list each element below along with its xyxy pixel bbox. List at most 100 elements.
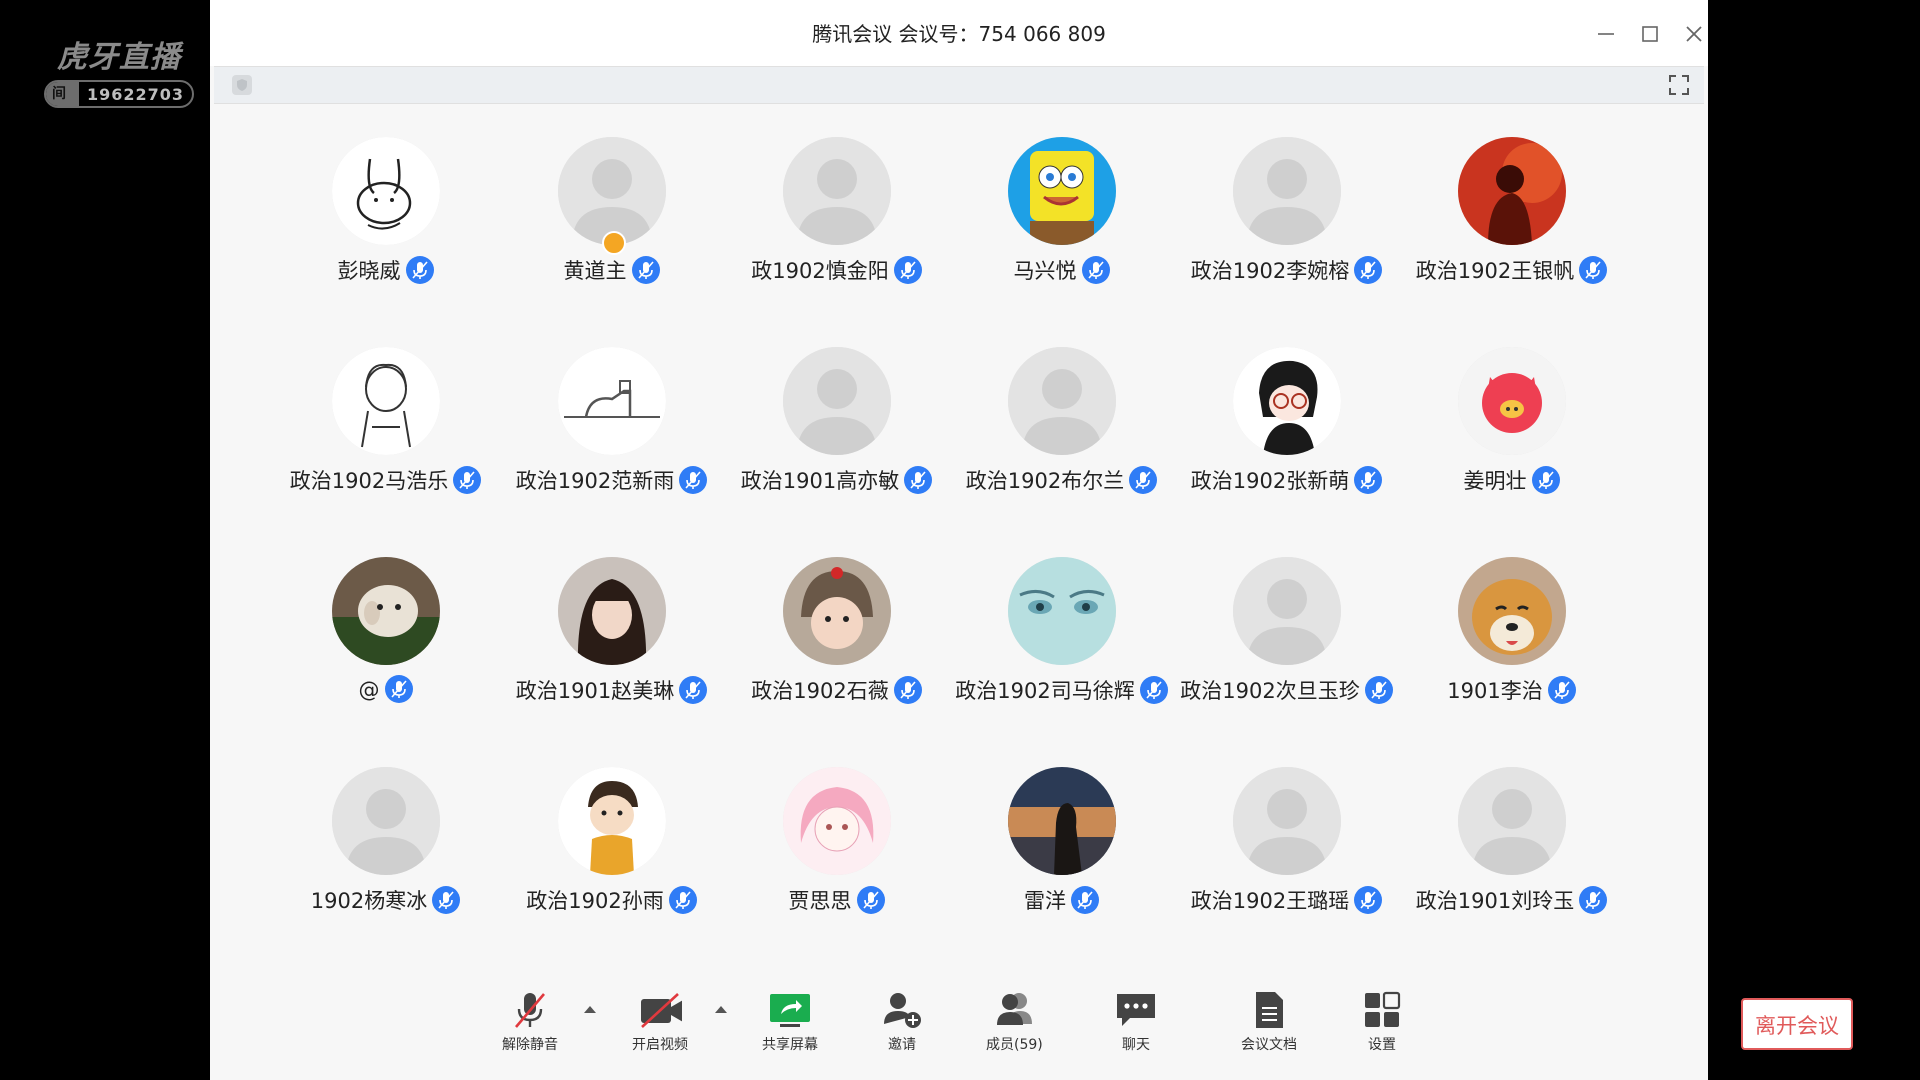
participant-tile[interactable]: 政治1902范新雨 [499,313,724,503]
unmute-button[interactable]: 解除静音 [502,988,558,1054]
participant-name: 政治1902王银帆 [1415,259,1575,283]
leave-meeting-button[interactable]: 离开会议 [1741,998,1853,1050]
unmute-label: 解除静音 [502,1037,558,1053]
participant-tile[interactable]: 政治1902司马徐辉 [949,523,1174,713]
maximize-icon [1642,26,1658,42]
invite-label: 邀请 [888,1037,916,1053]
participant-tile[interactable]: 姜明壮 [1399,313,1624,503]
top-info-strip [214,66,1704,104]
participant-tile[interactable]: 政治1901赵美琳 [499,523,724,713]
participant-tile[interactable]: 彭晓威 [273,103,498,293]
meeting-window: 腾讯会议 会议号：754 066 809 彭晓威 黄道主 政1902慎金阳 马兴悦 政治… [210,0,1853,1080]
participant-tile[interactable]: @ [273,523,498,713]
participant-tile[interactable]: 政治1902张新萌 [1174,313,1399,503]
participant-tile[interactable]: 政治1902孙雨 [499,733,724,923]
watermark-logo: 虎牙直播 [57,40,181,75]
members-button[interactable]: 成员(59) [986,988,1043,1054]
share-screen-button[interactable]: 共享屏幕 [762,988,818,1054]
minimize-icon [1598,33,1614,35]
participant-avatar [331,137,440,245]
mic-status-icon [1081,256,1110,284]
meeting-docs-button[interactable]: 会议文档 [1241,988,1297,1054]
participant-nameline: 政治1902王银帆 [1379,255,1644,285]
settings-button[interactable]: 设置 [1360,988,1404,1054]
participant-avatar [1457,347,1566,455]
participant-avatar [1457,767,1566,875]
huya-watermark: 虎牙直播 房间号 19622703 [44,38,194,108]
watermark-room: 房间号 19622703 [44,80,194,108]
minimize-button[interactable] [1590,18,1622,50]
mic-status-icon [668,886,697,914]
participant-avatar [1007,557,1116,665]
mic-status-icon [384,675,413,703]
participant-name: 政治1901赵美琳 [515,679,675,703]
video-options-caret[interactable] [715,1006,727,1013]
participant-tile[interactable]: 雷洋 [949,733,1174,923]
participant-name: 姜明壮 [1463,469,1527,493]
participant-tile[interactable]: 政治1901刘玲玉 [1399,733,1624,923]
participant-avatar [1232,557,1341,665]
mic-status-icon [1579,256,1608,284]
invite-icon [884,993,921,1028]
participant-tile[interactable]: 政治1901高亦敏 [724,313,949,503]
participant-tile[interactable]: 政治1902次旦玉珍 [1174,523,1399,713]
participant-tile[interactable]: 政治1902布尔兰 [949,313,1174,503]
participant-avatar [1232,137,1341,245]
mic-status-icon [432,886,461,914]
participant-tile[interactable]: 政治1902王璐瑶 [1174,733,1399,923]
participant-avatar [331,557,440,665]
close-icon [1686,26,1702,42]
participant-tile[interactable]: 政治1902王银帆 [1399,103,1624,293]
participant-avatar [1007,347,1116,455]
security-shield-button[interactable] [232,75,252,95]
participant-avatar [1007,767,1116,875]
mic-status-icon [893,676,922,704]
participant-avatar [1232,767,1341,875]
meeting-docs-label: 会议文档 [1241,1037,1297,1053]
apps-grid-icon [1365,991,1401,1027]
participant-tile[interactable]: 黄道主 [499,103,724,293]
participant-avatar [557,347,666,455]
audio-options-caret[interactable] [584,1006,596,1013]
participant-avatar [1007,137,1116,245]
participant-name: 政治1901高亦敏 [740,469,900,493]
mic-status-icon [1531,466,1560,494]
participant-nameline: 姜明壮 [1379,465,1644,495]
participant-tile[interactable]: 政治1902马浩乐 [273,313,498,503]
participant-avatar [557,137,666,245]
participant-tile[interactable]: 政治1902李婉榕 [1174,103,1399,293]
close-button[interactable] [1678,18,1710,50]
video-off-icon [641,993,682,1028]
maximize-button[interactable] [1634,18,1666,50]
participant-name: 政治1902布尔兰 [965,469,1125,493]
participant-tile[interactable]: 1902杨寒冰 [273,733,498,923]
participant-name: 政治1902次旦玉珍 [1180,679,1360,703]
participant-avatar [1457,557,1566,665]
mic-status-icon [631,256,660,284]
participant-name: 政治1901刘玲玉 [1415,889,1575,913]
participant-tile[interactable]: 政1902慎金阳 [724,103,949,293]
settings-label: 设置 [1368,1037,1396,1053]
invite-button[interactable]: 邀请 [880,988,924,1054]
participant-avatar [1457,137,1566,245]
participant-tile[interactable]: 马兴悦 [949,103,1174,293]
participant-name: 1902杨寒冰 [310,889,428,913]
participant-avatar [782,137,891,245]
mic-muted-icon [515,993,545,1028]
start-video-button[interactable]: 开启视频 [632,988,688,1054]
participant-avatar [782,347,891,455]
participant-tile[interactable]: 贾思思 [724,733,949,923]
participant-name: 政治1902李婉榕 [1190,259,1350,283]
window-title: 腾讯会议 会议号：754 066 809 [812,22,1106,46]
participant-tile[interactable]: 1901李治 [1399,523,1624,713]
chat-icon [1117,994,1155,1026]
participant-nameline: 政治1901刘玲玉 [1379,885,1644,915]
participant-name: 贾思思 [788,889,852,913]
chat-button[interactable]: 聊天 [1114,988,1158,1054]
fullscreen-button[interactable] [1668,74,1690,96]
participant-name: 黄道主 [563,259,627,283]
mic-status-icon [405,256,434,284]
participant-name: 彭晓威 [337,259,401,283]
participant-tile[interactable]: 政治1902石薇 [724,523,949,713]
participant-avatar [331,347,440,455]
